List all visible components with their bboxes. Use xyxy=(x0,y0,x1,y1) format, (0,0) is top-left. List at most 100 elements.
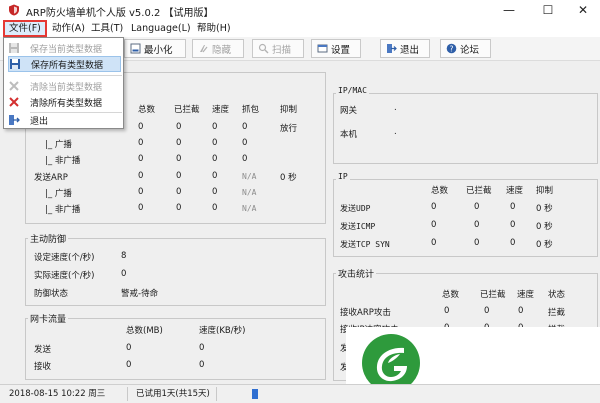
scan-button[interactable]: 扫描 xyxy=(252,39,304,58)
shield-icon xyxy=(9,4,19,16)
nic-header-total: 总数(MB) xyxy=(126,326,163,336)
attack-row-arp-label: 接收ARP攻击 xyxy=(340,308,391,318)
attack-header-total: 总数 xyxy=(442,290,460,300)
exit-label: 退出 xyxy=(400,44,420,56)
arp-header-total: 总数 xyxy=(138,105,156,115)
arp-send-unicast-speed: 0 xyxy=(212,203,218,213)
arp-recv-suppress: 放行 xyxy=(280,124,298,134)
menu-save-current-item[interactable]: 保存当前类型数据 xyxy=(8,40,121,56)
ip-header-blocked: 已拦截 xyxy=(466,186,492,196)
attack-header-speed: 速度 xyxy=(517,290,535,300)
menu-exit-item[interactable]: 退出 xyxy=(8,112,121,128)
arp-send-speed: 0 xyxy=(212,171,218,181)
save-icon xyxy=(9,43,19,53)
menu-clear-all-item[interactable]: 清除所有类型数据 xyxy=(8,94,121,110)
ip-row-udp-label: 发送UDP xyxy=(340,204,371,213)
nic-traffic-group xyxy=(25,318,326,380)
attack-row-arp-blocked: 0 xyxy=(484,306,490,316)
set-speed-label: 设定速度(个/秒) xyxy=(34,253,95,263)
nic-recv-label: 接收 xyxy=(34,362,52,372)
ip-row-udp-suppress: 0 秒 xyxy=(536,204,553,214)
arp-recv-broadcast-capture: 0 xyxy=(242,138,248,148)
nic-send-total: 0 xyxy=(126,343,132,353)
arp-recv-blocked: 0 xyxy=(176,122,182,132)
ip-header-total: 总数 xyxy=(431,186,449,196)
minimize-window-button[interactable]: — xyxy=(492,0,526,20)
status-trial: 已试用1天(共15天) xyxy=(133,387,217,401)
gateway-label: 网关 xyxy=(340,106,358,116)
menu-clear-all-label: 清除所有类型数据 xyxy=(30,98,103,109)
ip-title: IP xyxy=(336,172,350,181)
arp-header-speed: 速度 xyxy=(212,105,230,115)
menu-save-current-label: 保存当前类型数据 xyxy=(30,44,103,55)
ip-row-udp-blocked: 0 xyxy=(474,202,480,212)
forum-label: 论坛 xyxy=(460,44,480,56)
ip-row-tcp-total: 0 xyxy=(431,238,437,248)
arp-send-broadcast-label: |_ 广播 xyxy=(45,189,72,199)
arp-recv-unicast-speed: 0 xyxy=(212,154,218,164)
ip-row-tcp-suppress: 0 秒 xyxy=(536,240,553,250)
arp-send-unicast-capture: N/A xyxy=(242,204,257,213)
local-label: 本机 xyxy=(340,130,358,140)
settings-button[interactable]: 设置 xyxy=(311,39,361,58)
nic-send-speed: 0 xyxy=(199,343,205,353)
ip-row-icmp-label: 发送ICMP xyxy=(340,222,376,231)
ip-row-icmp-blocked: 0 xyxy=(474,220,480,230)
attack-header-blocked: 已拦截 xyxy=(480,290,506,300)
menu-clear-current-label: 清除当前类型数据 xyxy=(30,82,103,93)
arp-send-unicast-blocked: 0 xyxy=(176,203,182,213)
menu-file[interactable]: 文件(F) xyxy=(7,21,43,36)
actual-speed-label: 实际速度(个/秒) xyxy=(34,271,95,281)
close-window-button[interactable]: ✕ xyxy=(566,0,600,20)
gateway-value: . xyxy=(394,103,397,113)
arp-send-unicast-total: 0 xyxy=(138,203,144,213)
ip-mac-group xyxy=(333,93,598,164)
ip-row-tcp-speed: 0 xyxy=(510,238,516,248)
arp-send-suppress: 0 秒 xyxy=(280,173,297,183)
arp-recv-broadcast-speed: 0 xyxy=(212,138,218,148)
set-speed-value: 8 xyxy=(121,251,127,261)
menu-language[interactable]: Language(L) xyxy=(129,21,193,36)
hide-button[interactable]: 隐藏 xyxy=(192,39,244,58)
exit-button[interactable]: 退出 xyxy=(380,39,430,58)
arp-recv-broadcast-blocked: 0 xyxy=(176,138,182,148)
ip-row-icmp-suppress: 0 秒 xyxy=(536,222,553,232)
menu-save-all-item[interactable]: 保存所有类型数据 xyxy=(8,56,121,72)
forum-button[interactable]: ? 论坛 xyxy=(440,39,491,58)
help-icon: ? xyxy=(446,43,457,54)
defense-status-value: 警戒-待命 xyxy=(121,289,159,299)
ip-row-udp-speed: 0 xyxy=(510,202,516,212)
svg-text:?: ? xyxy=(450,44,454,53)
arp-send-total: 0 xyxy=(138,171,144,181)
exit-icon xyxy=(387,44,397,53)
scan-icon xyxy=(258,43,269,54)
nic-recv-speed: 0 xyxy=(199,360,205,370)
arp-send-blocked: 0 xyxy=(176,171,182,181)
menu-tools[interactable]: 工具(T) xyxy=(89,21,125,36)
arp-recv-unicast-total: 0 xyxy=(138,154,144,164)
file-menu-dropdown: 保存当前类型数据 保存所有类型数据 清除当前类型数据 清除所有类型数据 退出 xyxy=(3,37,124,129)
menu-clear-current-item[interactable]: 清除当前类型数据 xyxy=(8,78,121,94)
attack-header-status: 状态 xyxy=(548,290,566,300)
window-title: ARP防火墙单机个人版 v5.0.2 【试用版】 xyxy=(26,8,214,19)
attack-row-arp-status: 拦截 xyxy=(548,308,566,318)
ip-row-udp-total: 0 xyxy=(431,202,437,212)
menu-help[interactable]: 帮助(H) xyxy=(195,21,233,36)
ip-row-tcp-label: 发送TCP SYN xyxy=(340,240,390,249)
arp-send-broadcast-blocked: 0 xyxy=(176,187,182,197)
defense-status-label: 防御状态 xyxy=(34,289,69,299)
nic-send-label: 发送 xyxy=(34,345,52,355)
ip-header-suppress: 抑制 xyxy=(536,186,554,196)
attack-stats-title: 攻击统计 xyxy=(336,267,377,280)
menu-action[interactable]: 动作(A) xyxy=(50,21,87,36)
status-progress-indicator xyxy=(252,389,258,399)
exit-icon xyxy=(9,115,20,125)
maximize-window-button[interactable]: ☐ xyxy=(531,0,565,20)
arp-header-capture: 抓包 xyxy=(242,105,260,115)
attack-row-arp-speed: 0 xyxy=(518,306,524,316)
ip-row-icmp-total: 0 xyxy=(431,220,437,230)
arp-recv-speed: 0 xyxy=(212,122,218,132)
arp-header-blocked: 已拦截 xyxy=(174,105,200,115)
minimize-button[interactable]: 最小化 xyxy=(124,39,186,58)
ip-header-speed: 速度 xyxy=(506,186,524,196)
